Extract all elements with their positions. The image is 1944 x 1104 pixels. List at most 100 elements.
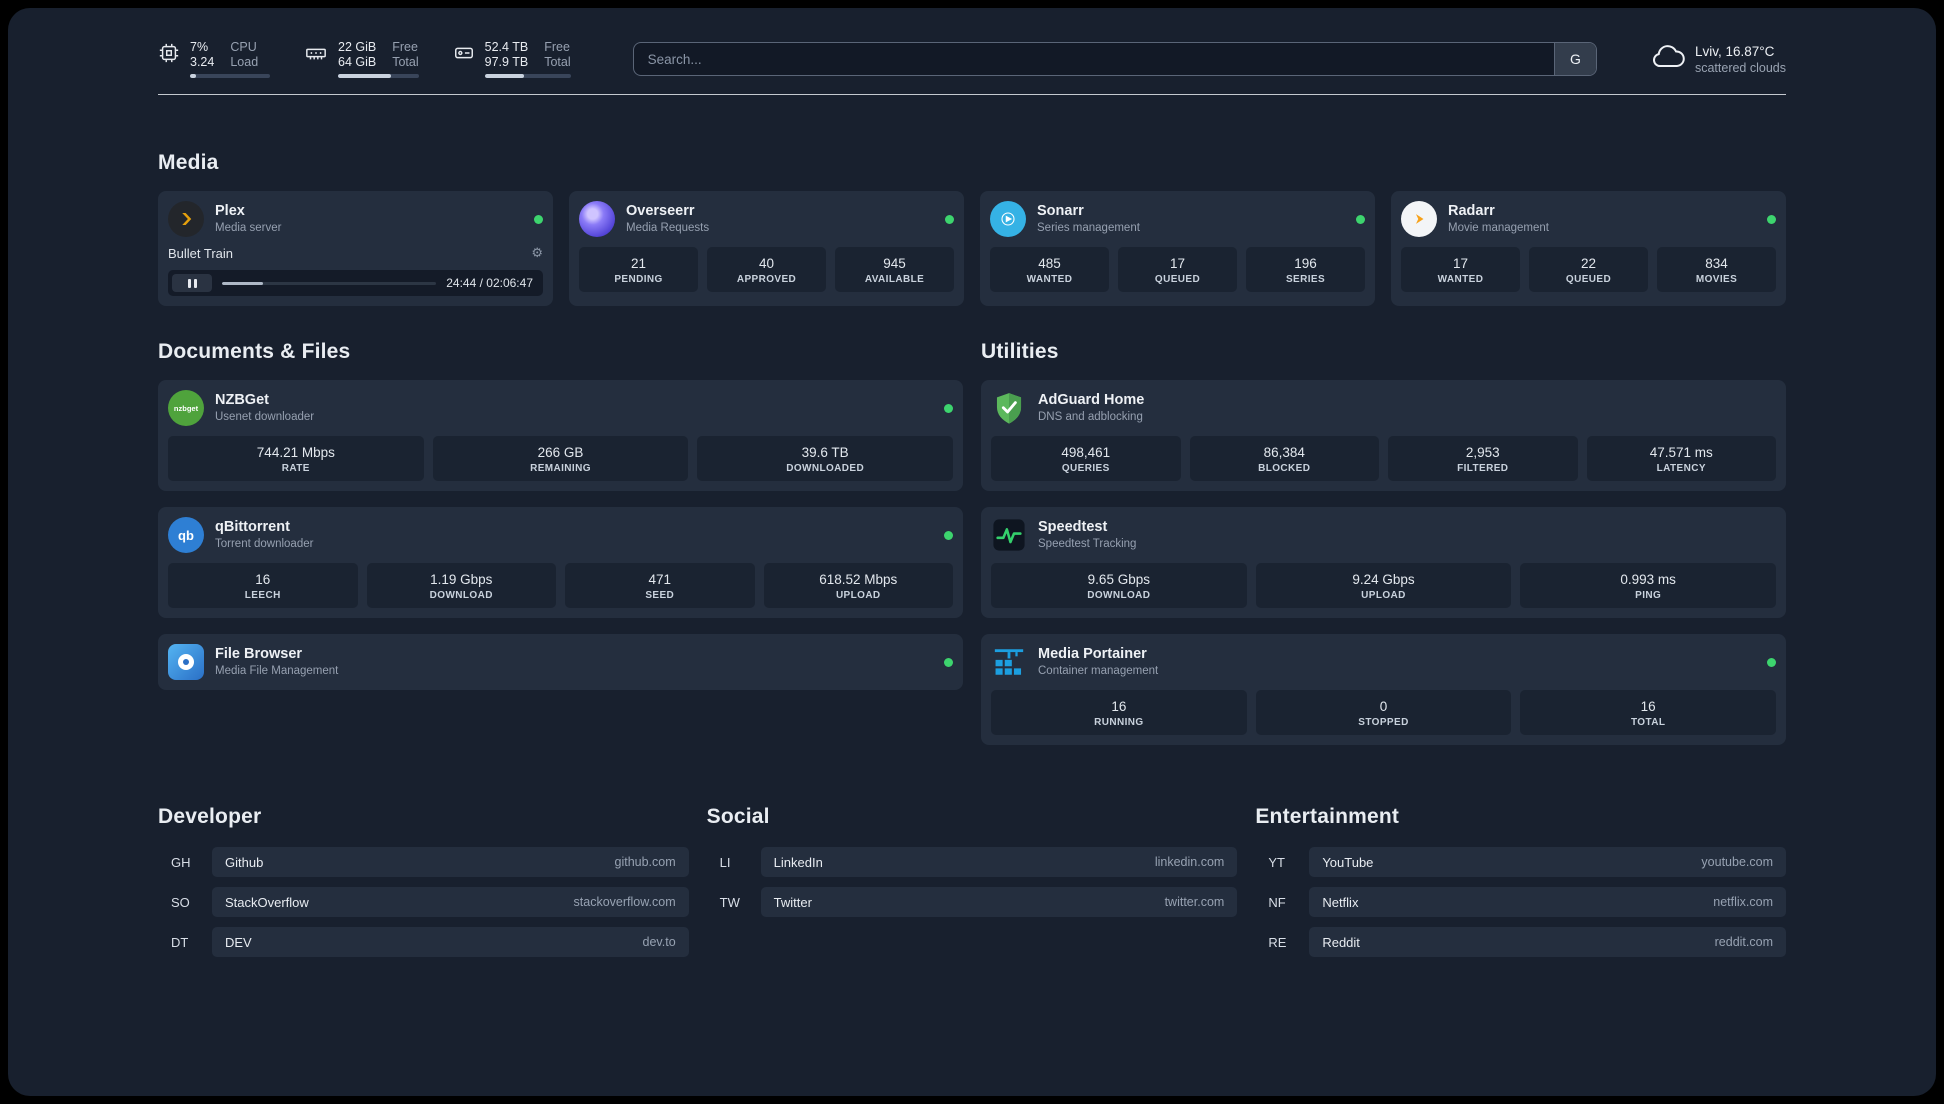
bookmark-name: Twitter <box>773 894 812 910</box>
pause-icon <box>193 278 197 288</box>
playback-time: 24:44 / 02:06:47 <box>446 276 533 290</box>
stat-label: UPLOAD <box>835 590 881 601</box>
playback-progress-track[interactable] <box>222 281 437 285</box>
stat-label: QUERIES <box>1061 463 1110 474</box>
speedtest-service-link[interactable]: Speedtest Speedtest Tracking <box>991 517 1776 553</box>
memory-free-value: 22 GiB <box>338 40 377 54</box>
stat-label: RATE <box>281 463 310 474</box>
search-input[interactable] <box>633 43 1554 75</box>
cpu-progress-bar <box>190 74 270 78</box>
service-name: NZBGet <box>215 392 269 408</box>
sonarr-service-link[interactable]: Sonarr Series management <box>990 201 1365 237</box>
stat-tile: 0.993 ms PING <box>1520 563 1776 608</box>
stat-tile: 17 WANTED <box>1401 247 1520 292</box>
stat-value: 21 <box>630 256 647 271</box>
radarr-service-link[interactable]: Radarr Movie management <box>1401 201 1776 237</box>
qbittorrent-service-link[interactable]: qb qBittorrent Torrent downloader <box>168 517 953 553</box>
social-bookmarks: Social LI LinkedIn linkedin.com TW Twitt… <box>707 805 1238 967</box>
bookmark-name: DEV <box>225 934 252 950</box>
disk-widget: 52.4 TB 97.9 TB Free Total <box>453 40 571 78</box>
bookmark-abbr: YT <box>1268 854 1285 870</box>
bookmark-link-stackoverflow[interactable]: StackOverflow stackoverflow.com <box>212 887 689 917</box>
stat-label: STOPPED <box>1358 717 1409 728</box>
bookmark-link-dev[interactable]: DEV dev.to <box>212 927 689 957</box>
pause-button[interactable] <box>172 274 212 292</box>
stat-value: 39.6 TB <box>801 445 849 460</box>
bookmark-row: TW Twitter twitter.com <box>707 887 1238 917</box>
gear-icon[interactable]: ⚙ <box>531 246 543 261</box>
adguard-shield-icon <box>991 390 1027 426</box>
stat-tile: 498,461 QUERIES <box>991 436 1181 481</box>
bookmark-url: reddit.com <box>1714 935 1773 949</box>
service-name: Speedtest <box>1038 519 1108 535</box>
disk-total-label: Total <box>544 55 571 69</box>
stat-label: TOTAL <box>1630 717 1666 728</box>
sonarr-card: Sonarr Series management 485 WANTED 17 Q… <box>980 191 1375 306</box>
topbar-divider <box>158 94 1786 95</box>
service-subtitle: Speedtest Tracking <box>1038 538 1137 550</box>
bookmark-link-linkedin[interactable]: LinkedIn linkedin.com <box>760 847 1238 877</box>
radarr-icon <box>1401 201 1437 237</box>
stat-label: WANTED <box>1026 274 1073 285</box>
bookmark-link-twitter[interactable]: Twitter twitter.com <box>760 887 1238 917</box>
service-name: Media Portainer <box>1038 646 1147 662</box>
stat-value: 498,461 <box>1061 445 1111 460</box>
bookmark-row: SO StackOverflow stackoverflow.com <box>158 887 689 917</box>
bookmark-url: stackoverflow.com <box>573 895 676 909</box>
qbittorrent-icon-text: qb <box>178 527 194 543</box>
service-subtitle: Media server <box>215 222 282 234</box>
playback-progress-fill <box>222 281 263 285</box>
stat-tile: 21 PENDING <box>579 247 698 292</box>
memory-progress-fill <box>338 74 392 78</box>
overseerr-service-link[interactable]: Overseerr Media Requests <box>579 201 954 237</box>
bookmark-link-github[interactable]: Github github.com <box>212 847 689 877</box>
bookmark-name: StackOverflow <box>225 894 309 910</box>
section-title-media: Media <box>158 151 219 174</box>
dashboard-panel: 7% 3.24 CPU Load 22 GiB 64 GiB Free Tota… <box>8 8 1936 1096</box>
search-provider-button[interactable]: G <box>1553 43 1596 75</box>
service-subtitle: Torrent downloader <box>215 538 314 550</box>
stat-label: PENDING <box>614 274 663 285</box>
filebrowser-service-link[interactable]: File Browser Media File Management <box>168 644 953 680</box>
documents-column: Documents & Files nzbget NZBGet Usenet d… <box>158 340 963 745</box>
service-subtitle: DNS and adblocking <box>1038 411 1143 423</box>
stat-tile: 9.65 Gbps DOWNLOAD <box>991 563 1247 608</box>
plex-icon <box>168 201 204 237</box>
stat-value: 485 <box>1038 256 1061 271</box>
speedtest-icon <box>991 517 1027 553</box>
stat-label: REMAINING <box>530 463 591 474</box>
bookmark-abbr: RE <box>1268 934 1287 950</box>
stat-label: UPLOAD <box>1361 590 1406 601</box>
stat-label: AVAILABLE <box>864 274 925 285</box>
stat-value: 0 <box>1379 699 1388 714</box>
cpu-label: CPU <box>230 40 257 54</box>
disk-free-value: 52.4 TB <box>484 40 529 54</box>
status-dot <box>944 530 953 540</box>
plex-service-link[interactable]: Plex Media server <box>168 201 543 237</box>
stat-tile: 1.19 Gbps DOWNLOAD <box>366 563 556 608</box>
cpu-chip-icon <box>158 42 180 69</box>
bookmark-link-reddit[interactable]: Reddit reddit.com <box>1309 927 1786 957</box>
stat-value: 618.52 Mbps <box>819 572 898 587</box>
nzbget-icon-text: nzbget <box>173 403 199 413</box>
memory-progress-bar <box>338 74 419 78</box>
bookmark-link-netflix[interactable]: Netflix netflix.com <box>1309 887 1786 917</box>
portainer-service-link[interactable]: Media Portainer Container management <box>991 644 1776 680</box>
stat-label: SERIES <box>1285 274 1326 285</box>
stat-label: SEED <box>645 590 675 601</box>
bookmark-link-youtube[interactable]: YouTube youtube.com <box>1309 847 1786 877</box>
bookmark-row: LI LinkedIn linkedin.com <box>707 847 1238 877</box>
stat-tile: 39.6 TB DOWNLOADED <box>697 436 953 481</box>
service-subtitle: Usenet downloader <box>215 411 315 423</box>
stat-tile: 471 SEED <box>565 563 755 608</box>
bookmark-row: DT DEV dev.to <box>158 927 689 957</box>
cpu-usage-value: 7% <box>190 40 209 54</box>
cpu-widget: 7% 3.24 CPU Load <box>158 40 270 78</box>
service-subtitle: Media File Management <box>215 665 339 677</box>
stat-tile: 47.571 ms LATENCY <box>1586 436 1776 481</box>
top-bar: 7% 3.24 CPU Load 22 GiB 64 GiB Free Tota… <box>158 36 1786 82</box>
adguard-service-link[interactable]: AdGuard Home DNS and adblocking <box>991 390 1776 426</box>
nzbget-service-link[interactable]: nzbget NZBGet Usenet downloader <box>168 390 953 426</box>
filebrowser-card: File Browser Media File Management <box>158 634 963 690</box>
stat-tile: 618.52 Mbps UPLOAD <box>763 563 953 608</box>
